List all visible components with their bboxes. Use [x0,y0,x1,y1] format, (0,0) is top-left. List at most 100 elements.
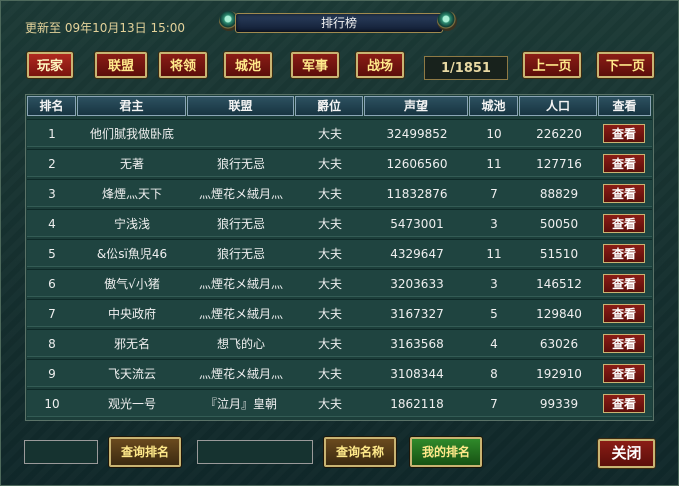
column-header-rank: 排名 [27,96,76,116]
view-button[interactable]: 查看 [603,394,645,413]
query-rank-button[interactable]: 查询排名 [109,437,181,467]
rank-cell: 1 [48,127,56,141]
view-button[interactable]: 查看 [603,334,645,353]
table-row: 7 中央政府 灬煙花メ絨月灬 大夫 3167327 5 129840 查看 [27,299,652,327]
tab-alliances[interactable]: 联盟 [95,52,147,78]
table-row: 8 邪无名 想飞的心 大夫 3163568 4 63026 查看 [27,329,652,357]
lord-cell: 傲气√小猪 [104,277,160,291]
cities-cell: 7 [490,397,498,411]
prestige-cell: 1862118 [390,397,444,411]
title-cell: 大夫 [317,247,342,261]
prestige-cell: 3203633 [390,277,444,291]
tab-battlefield[interactable]: 战场 [356,52,404,78]
tab-cities[interactable]: 城池 [224,52,272,78]
lord-cell: 中央政府 [107,307,156,321]
title-cell: 大夫 [317,157,342,171]
column-header-lord: 君主 [77,96,186,116]
cities-cell: 7 [490,187,498,201]
title-cell: 大夫 [317,217,342,231]
table-row: 3 烽煙灬天下 灬煙花メ絨月灬 大夫 11832876 7 88829 查看 [27,179,652,207]
column-header-title: 爵位 [295,96,363,116]
lord-cell: 飞天流云 [107,367,156,381]
title-cell: 大夫 [317,397,342,411]
rank-cell: 6 [48,277,56,291]
table-row: 10 观光一号 『泣月』皇朝 大夫 1862118 7 99339 查看 [27,389,652,417]
window-title: 排行榜 [320,16,357,30]
tab-military[interactable]: 军事 [291,52,339,78]
prestige-cell: 32499852 [386,127,448,141]
title-cell: 大夫 [317,277,342,291]
population-cell: 146512 [536,277,582,291]
column-header-view: 查看 [598,96,651,116]
cities-cell: 11 [486,157,502,171]
lord-cell: 邪无名 [113,337,150,351]
title-cell: 大夫 [317,307,342,321]
prestige-cell: 3163568 [390,337,444,351]
alliance-cell: 『泣月』皇朝 [204,397,277,411]
cities-cell: 10 [486,127,502,141]
prev-page-button[interactable]: 上一页 [523,52,581,78]
table-row: 4 宁浅浅 狼行无忌 大夫 5473001 3 50050 查看 [27,209,652,237]
view-button[interactable]: 查看 [603,124,645,143]
rank-cell: 5 [48,247,56,261]
tab-players[interactable]: 玩家 [27,52,73,78]
column-header-prestige: 声望 [364,96,468,116]
view-button[interactable]: 查看 [603,304,645,323]
tab-generals[interactable]: 将领 [159,52,207,78]
column-header-population: 人口 [519,96,597,116]
ranking-table: 排名 君主 联盟 爵位 声望 城池 人口 查看 1 他们腻我做卧底 大夫 324… [25,94,654,421]
rank-cell: 10 [44,397,60,411]
column-header-cities: 城池 [469,96,518,116]
table-row: 2 无著 狼行无忌 大夫 12606560 11 127716 查看 [27,149,652,177]
prestige-cell: 4329647 [390,247,444,261]
query-name-button[interactable]: 查询名称 [324,437,396,467]
rank-query-input[interactable] [24,440,98,464]
cities-cell: 4 [490,337,498,351]
title-cell: 大夫 [317,187,342,201]
prestige-cell: 3167327 [390,307,444,321]
population-cell: 226220 [536,127,582,141]
jade-knob-right-icon [437,11,457,31]
title-cell: 大夫 [317,127,342,141]
view-button[interactable]: 查看 [603,214,645,233]
cities-cell: 3 [490,277,498,291]
alliance-cell: 想飞的心 [216,337,265,351]
lord-cell: &伀ѕї魚児46 [96,247,168,261]
population-cell: 129840 [536,307,582,321]
prestige-cell: 11832876 [386,187,448,201]
rank-cell: 4 [48,217,56,231]
rank-cell: 9 [48,367,56,381]
alliance-cell: 狼行无忌 [216,157,265,171]
title-plaque: 排行榜 [215,9,461,35]
table-row: 9 飞天流云 灬煙花メ絨月灬 大夫 3108344 8 192910 查看 [27,359,652,387]
page-indicator: 1/1851 [424,56,508,80]
title-cell: 大夫 [317,367,342,381]
alliance-cell: 狼行无忌 [216,247,265,261]
cities-cell: 5 [490,307,498,321]
my-rank-button[interactable]: 我的排名 [410,437,482,467]
table-header: 排名 君主 联盟 爵位 声望 城池 人口 查看 [26,95,653,117]
lord-cell: 宁浅浅 [113,217,150,231]
lord-cell: 烽煙灬天下 [101,187,162,201]
view-button[interactable]: 查看 [603,184,645,203]
prestige-cell: 12606560 [386,157,448,171]
prestige-cell: 5473001 [390,217,444,231]
next-page-button[interactable]: 下一页 [597,52,654,78]
rank-cell: 3 [48,187,56,201]
alliance-cell: 灬煙花メ絨月灬 [198,367,283,381]
population-cell: 99339 [539,397,579,411]
view-button[interactable]: 查看 [603,274,645,293]
population-cell: 88829 [539,187,579,201]
table-row: 6 傲气√小猪 灬煙花メ絨月灬 大夫 3203633 3 146512 查看 [27,269,652,297]
population-cell: 192910 [536,367,582,381]
update-time: 更新至 09年10月13日 15:00 [25,21,186,35]
ranking-window: 更新至 09年10月13日 15:00 排行榜 玩家 联盟 将领 城池 军事 战… [0,0,679,486]
close-button[interactable]: 关闭 [598,439,655,468]
view-button[interactable]: 查看 [603,154,645,173]
rank-cell: 8 [48,337,56,351]
view-button[interactable]: 查看 [603,244,645,263]
name-query-input[interactable] [197,440,313,464]
lord-cell: 观光一号 [107,397,156,411]
view-button[interactable]: 查看 [603,364,645,383]
cities-cell: 8 [490,367,498,381]
